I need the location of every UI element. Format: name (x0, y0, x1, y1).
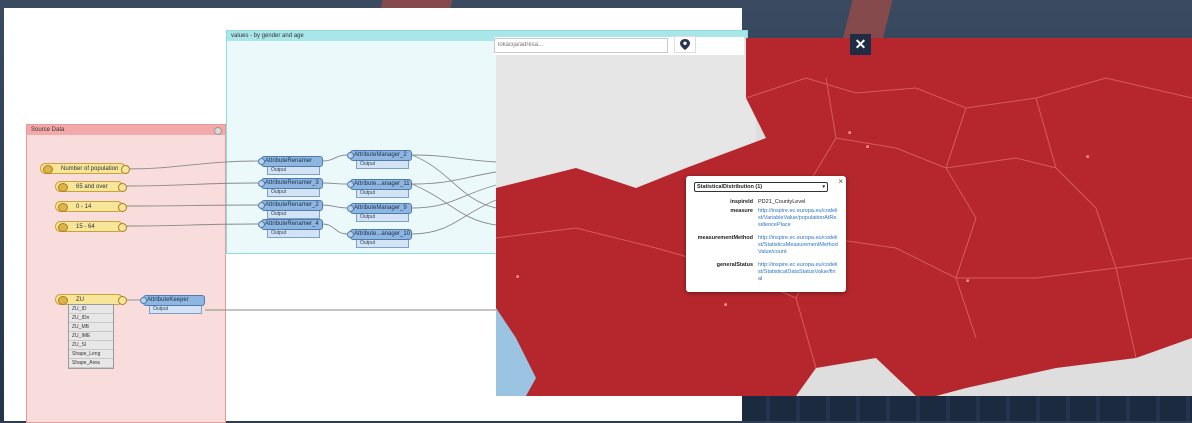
map-label: ■ (1086, 154, 1090, 160)
transformer-attribute-manager-11[interactable]: Attribute...anager_11 Output (347, 179, 412, 198)
transformer-title[interactable]: AttributeRenamer_2 (258, 200, 323, 211)
output-port[interactable]: Output (356, 240, 409, 248)
locate-button[interactable] (674, 36, 696, 53)
popup-close-icon[interactable]: × (838, 177, 843, 186)
map-label: ■ (866, 144, 870, 150)
popup-key: measure (730, 208, 753, 214)
input-port-icon[interactable] (258, 221, 265, 228)
attribute-item: Shape_Leng (69, 350, 113, 359)
reader-0-14[interactable]: 0 - 14 (55, 201, 127, 212)
input-port-icon[interactable] (258, 202, 265, 209)
transformer-title[interactable]: AttributeKeeper (140, 295, 205, 306)
output-port-icon[interactable] (118, 223, 127, 232)
reader-icon (58, 223, 68, 232)
reader-label: ZU (76, 297, 84, 303)
feature-info-popup: × StatisticalDistribution (1) ▾ inspireI… (686, 176, 846, 292)
popup-value: PD21_CountyLevel (758, 199, 806, 205)
background-floor (740, 392, 1192, 421)
transformer-title[interactable]: AttributeManager_2 (347, 150, 412, 161)
reader-icon (58, 296, 68, 305)
feature-select-value: StatisticalDistribution (1) (697, 184, 763, 190)
input-port-icon[interactable] (347, 205, 354, 212)
reader-65-and-over[interactable]: 65 and over (55, 181, 127, 192)
reader-population[interactable]: Number of population (40, 163, 130, 174)
output-port[interactable]: Output (356, 161, 409, 169)
output-port[interactable]: Output (356, 190, 409, 198)
attribute-item: ZU_MB (69, 323, 113, 332)
zu-attribute-list: ZU_ID ZU_IDn ZU_MB ZU_IME ZU_SI Shape_Le… (68, 304, 114, 369)
attribute-item: ZU_SI (69, 341, 113, 350)
output-port[interactable]: Output (149, 306, 202, 314)
attribute-item: Shape_Area (69, 359, 113, 368)
reader-label: 0 - 14 (76, 204, 92, 210)
transformer-title[interactable]: AttributeRenamer (258, 156, 323, 167)
input-port-icon[interactable] (258, 158, 265, 165)
attribute-item: ZU_IME (69, 332, 113, 341)
popup-key: inspireId (730, 199, 753, 205)
reader-label: Number of population (61, 166, 119, 172)
output-port[interactable]: Output (267, 167, 320, 175)
output-port-icon[interactable] (118, 296, 127, 305)
input-port-icon[interactable] (140, 297, 147, 304)
transformer-attribute-manager-10[interactable]: Attribute...anager_10 Output (347, 229, 412, 248)
map-label: ■ (848, 130, 852, 136)
map-pin-icon (680, 39, 690, 50)
attribute-item: ZU_ID (69, 305, 113, 314)
output-port-icon[interactable] (118, 183, 127, 192)
reader-icon (43, 165, 53, 174)
transformer-attribute-renamer[interactable]: AttributeRenamer Output (258, 156, 323, 175)
reader-label: 15 - 64 (76, 224, 95, 230)
output-port[interactable]: Output (267, 230, 320, 238)
reader-15-64[interactable]: 15 - 64 (55, 221, 127, 232)
feature-select[interactable]: StatisticalDistribution (1) ▾ (694, 182, 828, 192)
popup-link[interactable]: http://inspire.ec.europa.eu/codelist/Var… (758, 208, 838, 229)
attribute-item: ZU_IDn (69, 314, 113, 323)
popup-link[interactable]: http://inspire.ec.europa.eu/codelist/Sta… (758, 235, 838, 256)
chevron-down-icon: ▾ (822, 184, 825, 190)
reader-label: 65 and over (76, 184, 108, 190)
transformer-title[interactable]: AttributeManager_9 (347, 203, 412, 214)
location-search-input[interactable] (494, 38, 668, 53)
transformer-attribute-manager-2[interactable]: AttributeManager_2 Output (347, 150, 412, 169)
output-port[interactable]: Output (356, 214, 409, 222)
output-port-icon[interactable] (118, 203, 127, 212)
map-label: ■ (724, 302, 728, 308)
output-port[interactable]: Output (267, 211, 320, 219)
close-button[interactable]: ✕ (850, 34, 871, 55)
input-port-icon[interactable] (347, 231, 354, 238)
reader-icon (58, 203, 68, 212)
transformer-attribute-keeper[interactable]: AttributeKeeper Output (140, 295, 205, 314)
transformer-title[interactable]: Attribute...anager_10 (347, 229, 412, 240)
popup-key: measurementMethod (697, 235, 753, 241)
transformer-attribute-manager-9[interactable]: AttributeManager_9 Output (347, 203, 412, 222)
transformer-title[interactable]: AttributeRenamer_4 (258, 219, 323, 230)
popup-link[interactable]: http://inspire.ec.europa.eu/codelist/Sta… (758, 262, 838, 283)
transformer-title[interactable]: AttributeRenamer_3 (258, 178, 323, 189)
transformer-title[interactable]: Attribute...anager_11 (347, 179, 412, 190)
transformer-attribute-renamer-3[interactable]: AttributeRenamer_3 Output (258, 178, 323, 197)
transformer-attribute-renamer-4[interactable]: AttributeRenamer_4 Output (258, 219, 323, 238)
output-port[interactable]: Output (267, 189, 320, 197)
popup-key: generalStatus (716, 262, 753, 268)
input-port-icon[interactable] (347, 152, 354, 159)
output-port-icon[interactable] (121, 165, 130, 174)
map-label: ■ (516, 274, 520, 280)
reader-icon (58, 183, 68, 192)
input-port-icon[interactable] (258, 180, 265, 187)
input-port-icon[interactable] (347, 181, 354, 188)
transformer-attribute-renamer-2[interactable]: AttributeRenamer_2 Output (258, 200, 323, 219)
map-label: ■ (966, 278, 970, 284)
